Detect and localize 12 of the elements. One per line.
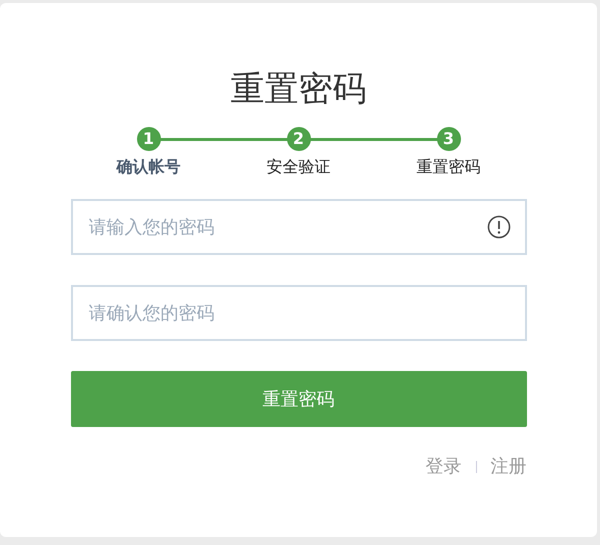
step-number: 1: [136, 127, 160, 151]
nav-link[interactable]: 注册: [490, 453, 526, 480]
step-label: 确认帐号: [116, 156, 180, 178]
step-number: 2: [286, 127, 310, 151]
step-number: 3: [436, 127, 460, 151]
password-field[interactable]: 请输入您的密码: [70, 199, 526, 255]
reset-button[interactable]: 重置密码: [70, 371, 526, 427]
password-field[interactable]: 请确认您的密码: [70, 285, 526, 341]
page-title: 重置密码: [230, 68, 366, 111]
step-label: 安全验证: [266, 156, 330, 178]
step-label: 重置密码: [416, 156, 480, 178]
nav-link[interactable]: 登录: [426, 453, 462, 480]
